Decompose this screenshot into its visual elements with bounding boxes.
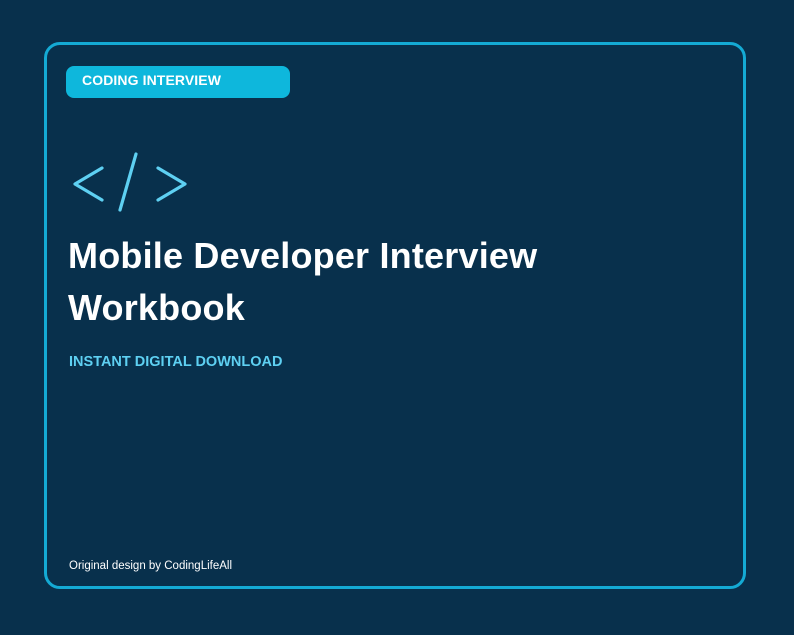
- page-title: Mobile Developer Interview Workbook: [68, 230, 708, 334]
- title-line-1: Mobile Developer Interview: [68, 235, 538, 276]
- subtitle: INSTANT DIGITAL DOWNLOAD: [69, 354, 283, 370]
- design-credit: Original design by CodingLifeAll: [69, 560, 233, 572]
- code-brackets-icon: [73, 152, 187, 212]
- category-badge-label: CODING INTERVIEW: [82, 72, 222, 88]
- title-line-2: Workbook: [68, 287, 245, 328]
- category-badge: CODING INTERVIEW: [66, 66, 290, 98]
